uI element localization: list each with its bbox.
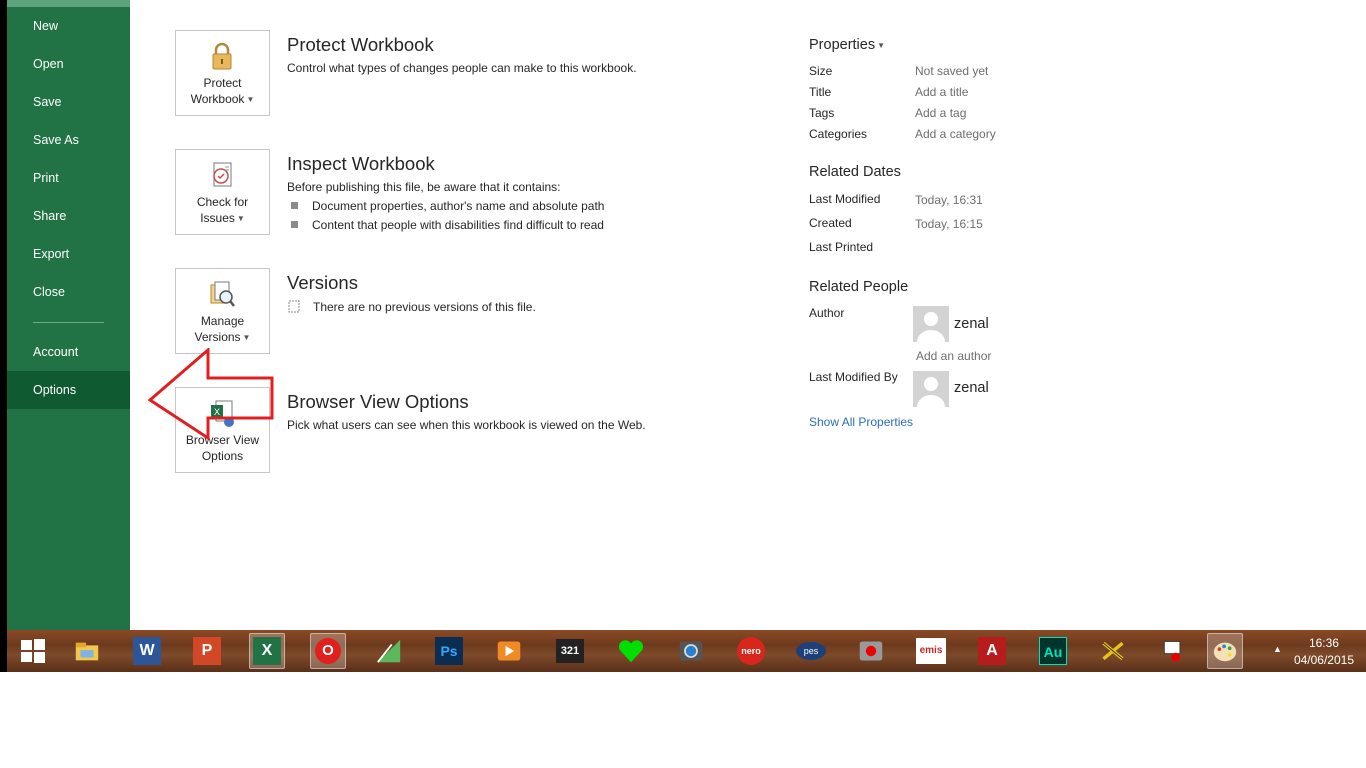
paint-icon[interactable] bbox=[1207, 633, 1243, 669]
media-player-icon[interactable] bbox=[491, 633, 527, 669]
tile-label-line2: Workbook bbox=[190, 92, 245, 106]
bullet-icon bbox=[291, 221, 298, 228]
clock-date: 04/06/2015 bbox=[1293, 653, 1354, 667]
nav-new[interactable]: New bbox=[7, 7, 130, 45]
opera-icon[interactable]: O bbox=[310, 633, 346, 669]
nav-divider bbox=[33, 322, 104, 323]
prop-categories-label: Categories bbox=[809, 127, 868, 141]
prop-title-value[interactable]: Add a title bbox=[915, 85, 968, 99]
coreldraw-icon[interactable] bbox=[371, 633, 407, 669]
nav-open[interactable]: Open bbox=[7, 45, 130, 83]
excel-icon[interactable]: X bbox=[249, 633, 285, 669]
related-dates-heading: Related Dates bbox=[809, 164, 901, 180]
tile-label-line2: Issues bbox=[200, 211, 235, 225]
last-modified-value: Today, 16:31 bbox=[915, 193, 983, 207]
prop-categories-value[interactable]: Add a category bbox=[915, 127, 996, 141]
related-people-heading: Related People bbox=[809, 279, 909, 295]
created-value: Today, 16:15 bbox=[915, 217, 983, 231]
nav-save-as[interactable]: Save As bbox=[7, 121, 130, 159]
prop-title-label: Title bbox=[809, 85, 832, 99]
tile-label-line1: Check for bbox=[196, 195, 249, 209]
dropdown-caret-icon: ▼ bbox=[877, 40, 886, 50]
show-hidden-icons-icon[interactable]: ▲ bbox=[1273, 644, 1282, 654]
properties-heading[interactable]: Properties ▼ bbox=[809, 37, 885, 53]
backstage-sidebar: New Open Save Save As Print Share Export… bbox=[7, 0, 130, 630]
check-for-issues-button[interactable]: Check for Issues ▼ bbox=[175, 149, 270, 235]
add-author-link[interactable]: Add an author bbox=[916, 349, 991, 363]
windows-taskbar: W P X O Ps 321 nero pes emis A Au ▲ 16:3… bbox=[7, 630, 1366, 672]
author-name[interactable]: zenal bbox=[954, 316, 989, 332]
prop-tags-label: Tags bbox=[809, 106, 835, 120]
display-icon[interactable] bbox=[1155, 633, 1191, 669]
autocad-icon[interactable]: A bbox=[974, 633, 1010, 669]
browser-view-title: Browser View Options bbox=[287, 391, 469, 412]
browser-view-desc: Pick what users can see when this workbo… bbox=[287, 418, 646, 432]
tile-label-line1: Manage bbox=[200, 314, 245, 328]
prop-tags-value[interactable]: Add a tag bbox=[915, 106, 966, 120]
bullet-icon bbox=[291, 202, 298, 209]
tile-label-line2: Options bbox=[201, 449, 244, 463]
inspect-bullet-1: Document properties, author's name and a… bbox=[312, 199, 605, 213]
system-clock[interactable]: 16:36 04/06/2015 bbox=[1294, 635, 1354, 669]
protect-workbook-button[interactable]: Protect Workbook ▼ bbox=[175, 30, 270, 116]
prop-size-label: Size bbox=[809, 64, 833, 78]
camera-icon[interactable] bbox=[673, 633, 709, 669]
last-modified-by-label: Last Modified By bbox=[809, 370, 898, 384]
person-icon bbox=[917, 377, 945, 407]
protect-workbook-desc: Control what types of changes people can… bbox=[287, 61, 637, 75]
last-modified-label: Last Modified bbox=[809, 192, 881, 206]
nav-share[interactable]: Share bbox=[7, 197, 130, 235]
nav-export[interactable]: Export bbox=[7, 235, 130, 273]
nav-close[interactable]: Close bbox=[7, 273, 130, 311]
protect-workbook-title: Protect Workbook bbox=[287, 34, 434, 55]
person-icon bbox=[917, 312, 945, 342]
nav-account[interactable]: Account bbox=[7, 333, 130, 371]
document-icon bbox=[288, 300, 300, 313]
dropdown-caret-icon: ▼ bbox=[246, 94, 255, 104]
dropdown-caret-icon: ▼ bbox=[236, 213, 245, 223]
tile-label-line2: Versions bbox=[194, 330, 241, 344]
left-edge bbox=[0, 0, 7, 672]
start-icon[interactable] bbox=[15, 633, 51, 669]
pes-galaxy-icon[interactable]: pes bbox=[793, 633, 829, 669]
nav-options[interactable]: Options bbox=[7, 371, 130, 409]
red-arrow-annotation bbox=[148, 348, 274, 440]
last-modified-by-name[interactable]: zenal bbox=[954, 380, 989, 396]
powerpoint-icon[interactable]: P bbox=[189, 633, 225, 669]
nero-icon[interactable]: nero bbox=[733, 633, 769, 669]
lock-icon bbox=[212, 42, 232, 70]
prop-size-value: Not saved yet bbox=[915, 64, 989, 78]
author-label: Author bbox=[809, 306, 845, 320]
last-printed-label: Last Printed bbox=[809, 240, 874, 254]
back-button-area[interactable] bbox=[7, 0, 130, 7]
inspect-bullet-2: Content that people with disabilities fi… bbox=[312, 218, 604, 232]
show-all-properties-link[interactable]: Show All Properties bbox=[809, 415, 913, 429]
media-player-classic-icon[interactable]: 321 bbox=[552, 633, 588, 669]
versions-desc: There are no previous versions of this f… bbox=[313, 300, 536, 314]
versions-title: Versions bbox=[287, 272, 358, 293]
emis-icon[interactable]: emis bbox=[913, 633, 949, 669]
inspect-document-icon bbox=[213, 162, 232, 187]
last-modified-by-avatar bbox=[913, 371, 949, 407]
nav-save[interactable]: Save bbox=[7, 83, 130, 121]
tile-label-line1: Protect bbox=[203, 76, 242, 90]
clock-time: 16:36 bbox=[1308, 636, 1339, 650]
photoshop-icon[interactable]: Ps bbox=[431, 633, 467, 669]
created-label: Created bbox=[809, 216, 852, 230]
manage-versions-button[interactable]: Manage Versions ▼ bbox=[175, 268, 270, 354]
manage-versions-icon bbox=[210, 281, 235, 307]
inspect-workbook-desc: Before publishing this file, be aware th… bbox=[287, 180, 561, 194]
dropdown-caret-icon: ▼ bbox=[242, 332, 251, 342]
nav-print[interactable]: Print bbox=[7, 159, 130, 197]
audition-icon[interactable]: Au bbox=[1035, 633, 1071, 669]
inspect-workbook-title: Inspect Workbook bbox=[287, 153, 435, 174]
record-icon[interactable] bbox=[853, 633, 889, 669]
word-icon[interactable]: W bbox=[129, 633, 165, 669]
green-heart-icon[interactable] bbox=[613, 633, 649, 669]
author-avatar bbox=[913, 306, 949, 342]
file-explorer-icon[interactable] bbox=[69, 633, 105, 669]
app-x-icon[interactable] bbox=[1095, 633, 1131, 669]
